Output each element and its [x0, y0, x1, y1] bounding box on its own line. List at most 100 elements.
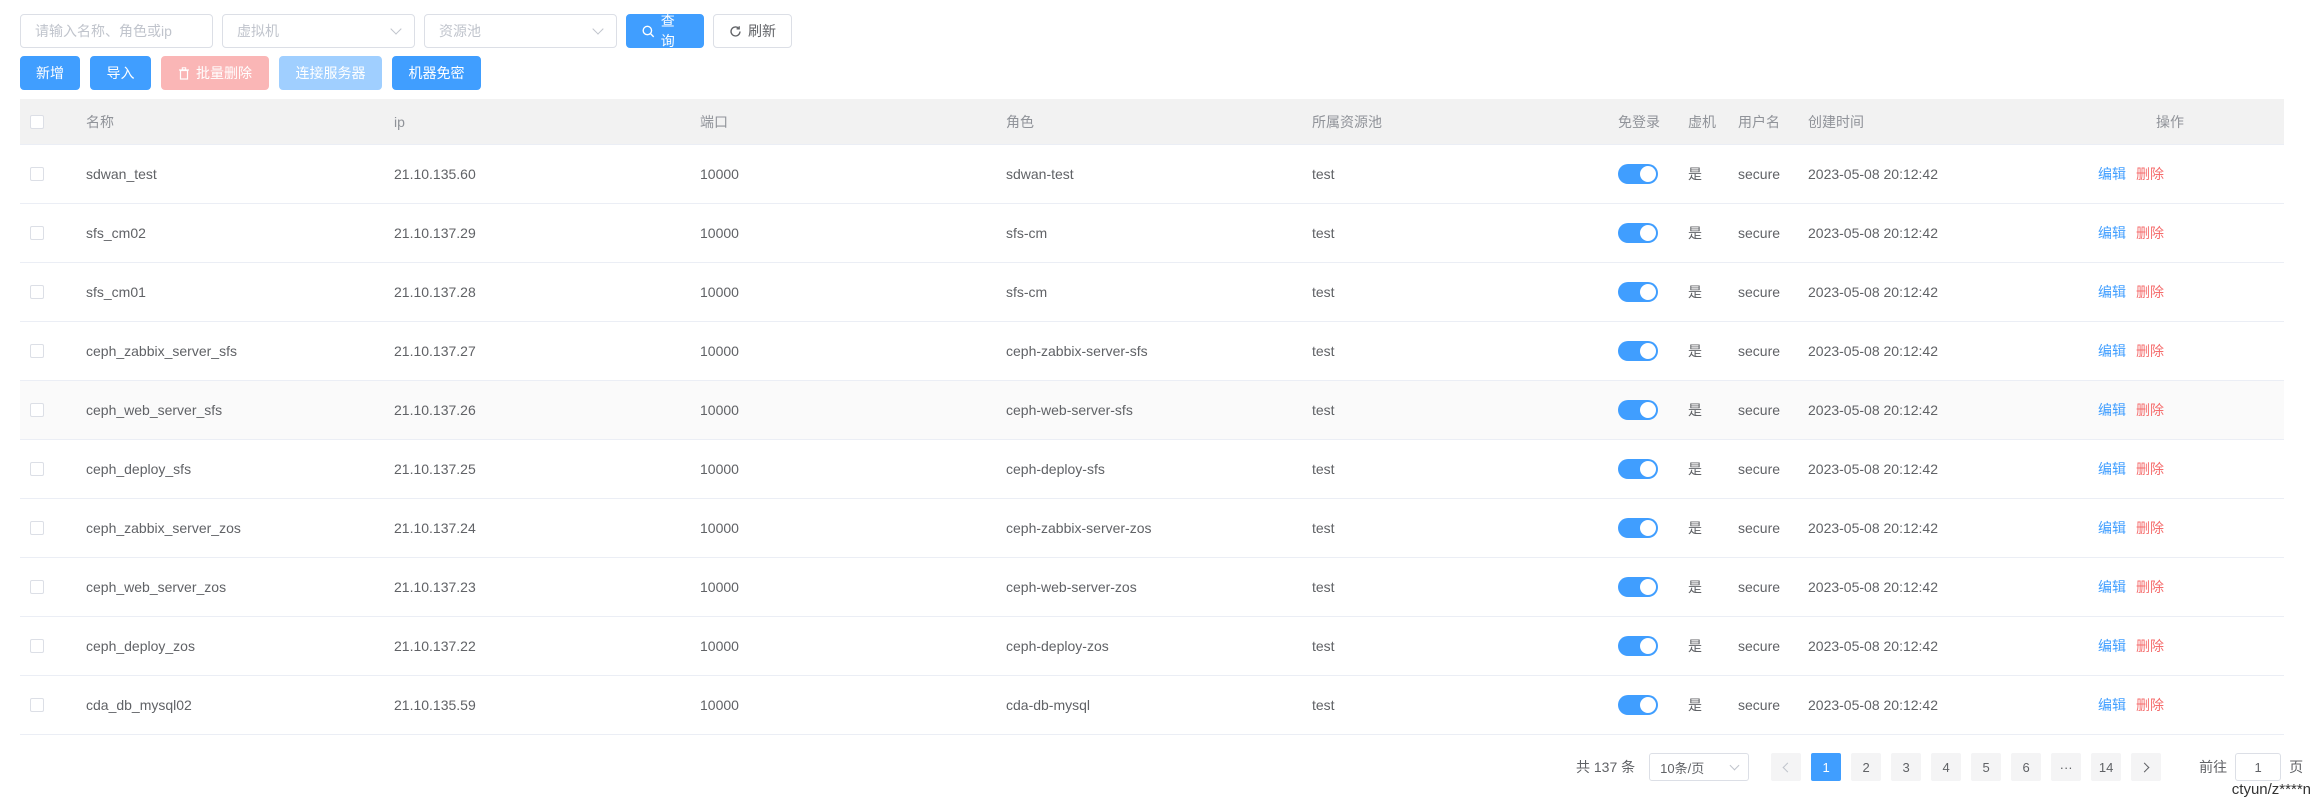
- table-row[interactable]: sdwan_test 21.10.135.60 10000 sdwan-test tes…: [20, 145, 2284, 204]
- header-ip[interactable]: ip: [394, 114, 700, 130]
- login-toggle[interactable]: [1618, 518, 1658, 538]
- login-toggle[interactable]: [1618, 282, 1658, 302]
- edit-link[interactable]: 编辑: [2098, 636, 2126, 656]
- login-toggle[interactable]: [1618, 164, 1658, 184]
- login-toggle[interactable]: [1618, 223, 1658, 243]
- select-all-cell: [20, 114, 86, 129]
- header-vm[interactable]: 虚机: [1688, 112, 1738, 132]
- cell-vm: 是: [1688, 284, 1702, 300]
- chevron-down-icon: [592, 23, 604, 35]
- cell-login: [1618, 636, 1688, 656]
- connect-server-button[interactable]: 连接服务器: [279, 56, 382, 90]
- cell-time: 2023-05-08 20:12:42: [1808, 225, 1938, 241]
- edit-link[interactable]: 编辑: [2098, 400, 2126, 420]
- header-role[interactable]: 角色: [1006, 112, 1312, 132]
- login-toggle[interactable]: [1618, 695, 1658, 715]
- add-button[interactable]: 新增: [20, 56, 80, 90]
- edit-link[interactable]: 编辑: [2098, 459, 2126, 479]
- delete-link[interactable]: 删除: [2136, 577, 2164, 597]
- page-number-button[interactable]: 6: [2011, 753, 2042, 781]
- page-number-button[interactable]: 3: [1891, 753, 1922, 781]
- row-checkbox[interactable]: [30, 167, 44, 181]
- table-row[interactable]: cda_db_mysql02 21.10.135.59 10000 cda-db-my…: [20, 676, 2284, 735]
- delete-link[interactable]: 删除: [2136, 459, 2164, 479]
- row-checkbox[interactable]: [30, 639, 44, 653]
- login-toggle[interactable]: [1618, 459, 1658, 479]
- cell-ip: 21.10.137.25: [394, 461, 476, 477]
- edit-link[interactable]: 编辑: [2098, 282, 2126, 302]
- row-checkbox[interactable]: [30, 698, 44, 712]
- edit-link[interactable]: 编辑: [2098, 518, 2126, 538]
- row-checkbox[interactable]: [30, 403, 44, 417]
- refresh-button[interactable]: 刷新: [713, 14, 792, 48]
- login-toggle[interactable]: [1618, 577, 1658, 597]
- select-all-checkbox[interactable]: [30, 114, 44, 129]
- header-name[interactable]: 名称: [86, 112, 394, 132]
- row-checkbox[interactable]: [30, 521, 44, 535]
- cell-login: [1618, 518, 1688, 538]
- delete-link[interactable]: 删除: [2136, 636, 2164, 656]
- cell-user: secure: [1738, 225, 1781, 241]
- table-row[interactable]: sfs_cm01 21.10.137.28 10000 sfs-cm test 是 secu…: [20, 263, 2284, 322]
- delete-link[interactable]: 删除: [2136, 223, 2164, 243]
- edit-link[interactable]: 编辑: [2098, 577, 2126, 597]
- batch-delete-button[interactable]: 批量删除: [161, 56, 269, 90]
- edit-link[interactable]: 编辑: [2098, 223, 2126, 243]
- keyword-search-input[interactable]: 请输入名称、角色或ip: [20, 14, 213, 48]
- add-button-label: 新增: [36, 65, 64, 81]
- page-number-button[interactable]: 1: [1811, 753, 1842, 781]
- login-toggle[interactable]: [1618, 636, 1658, 656]
- cell-time: 2023-05-08 20:12:42: [1808, 638, 1938, 654]
- prev-page-button[interactable]: [1771, 753, 1802, 781]
- edit-link[interactable]: 编辑: [2098, 341, 2126, 361]
- pool-select[interactable]: 资源池: [424, 14, 617, 48]
- table-row[interactable]: sfs_cm02 21.10.137.29 10000 sfs-cm test 是 secu…: [20, 204, 2284, 263]
- login-toggle[interactable]: [1618, 400, 1658, 420]
- delete-link[interactable]: 删除: [2136, 341, 2164, 361]
- page-number-button[interactable]: 5: [1971, 753, 2002, 781]
- cell-time: 2023-05-08 20:12:42: [1808, 520, 1938, 536]
- cell-time: 2023-05-08 20:12:42: [1808, 284, 1938, 300]
- page-ellipsis[interactable]: ···: [2051, 753, 2082, 781]
- next-page-button[interactable]: [2131, 753, 2162, 781]
- row-checkbox[interactable]: [30, 226, 44, 240]
- row-checkbox[interactable]: [30, 285, 44, 299]
- page-number-button[interactable]: 2: [1851, 753, 1882, 781]
- table-row[interactable]: ceph_web_server_zos 21.10.137.23 10000 ceph…: [20, 558, 2284, 617]
- delete-link[interactable]: 删除: [2136, 518, 2164, 538]
- login-toggle[interactable]: [1618, 341, 1658, 361]
- header-port[interactable]: 端口: [700, 112, 1006, 132]
- header-time[interactable]: 创建时间: [1808, 112, 2098, 132]
- table-row[interactable]: ceph_web_server_sfs 21.10.137.26 10000 ceph…: [20, 381, 2284, 440]
- import-button[interactable]: 导入: [90, 56, 151, 90]
- delete-link[interactable]: 删除: [2136, 282, 2164, 302]
- cell-user: secure: [1738, 343, 1781, 359]
- header-login[interactable]: 免登录: [1618, 112, 1688, 132]
- table-row[interactable]: ceph_deploy_sfs 21.10.137.25 10000 ceph-dep…: [20, 440, 2284, 499]
- header-pool[interactable]: 所属资源池: [1312, 112, 1618, 132]
- row-checkbox[interactable]: [30, 344, 44, 358]
- cell-port: 10000: [700, 166, 739, 182]
- table-row[interactable]: ceph_zabbix_server_sfs 21.10.137.27 10000 c…: [20, 322, 2284, 381]
- delete-link[interactable]: 删除: [2136, 695, 2164, 715]
- page-number-button[interactable]: 4: [1931, 753, 1962, 781]
- vm-select[interactable]: 虚拟机: [222, 14, 415, 48]
- page-size-select[interactable]: 10条/页: [1649, 753, 1750, 781]
- chevron-left-icon: [1782, 762, 1793, 772]
- goto-page-input[interactable]: 1: [2235, 753, 2282, 781]
- cell-ops: 编辑 删除: [2098, 282, 2284, 302]
- delete-link[interactable]: 删除: [2136, 400, 2164, 420]
- edit-link[interactable]: 编辑: [2098, 695, 2126, 715]
- passwordless-button[interactable]: 机器免密: [392, 56, 481, 90]
- cell-port: 10000: [700, 579, 739, 595]
- delete-link[interactable]: 删除: [2136, 164, 2164, 184]
- header-user[interactable]: 用户名: [1738, 112, 1808, 132]
- cell-pool: test: [1312, 638, 1335, 654]
- row-checkbox[interactable]: [30, 462, 44, 476]
- page-last[interactable]: 14: [2091, 753, 2122, 781]
- row-checkbox[interactable]: [30, 580, 44, 594]
- query-button[interactable]: 查询: [626, 13, 704, 49]
- table-row[interactable]: ceph_zabbix_server_zos 21.10.137.24 10000 c…: [20, 499, 2284, 558]
- table-row[interactable]: ceph_deploy_zos 21.10.137.22 10000 ceph-dep…: [20, 617, 2284, 676]
- edit-link[interactable]: 编辑: [2098, 164, 2126, 184]
